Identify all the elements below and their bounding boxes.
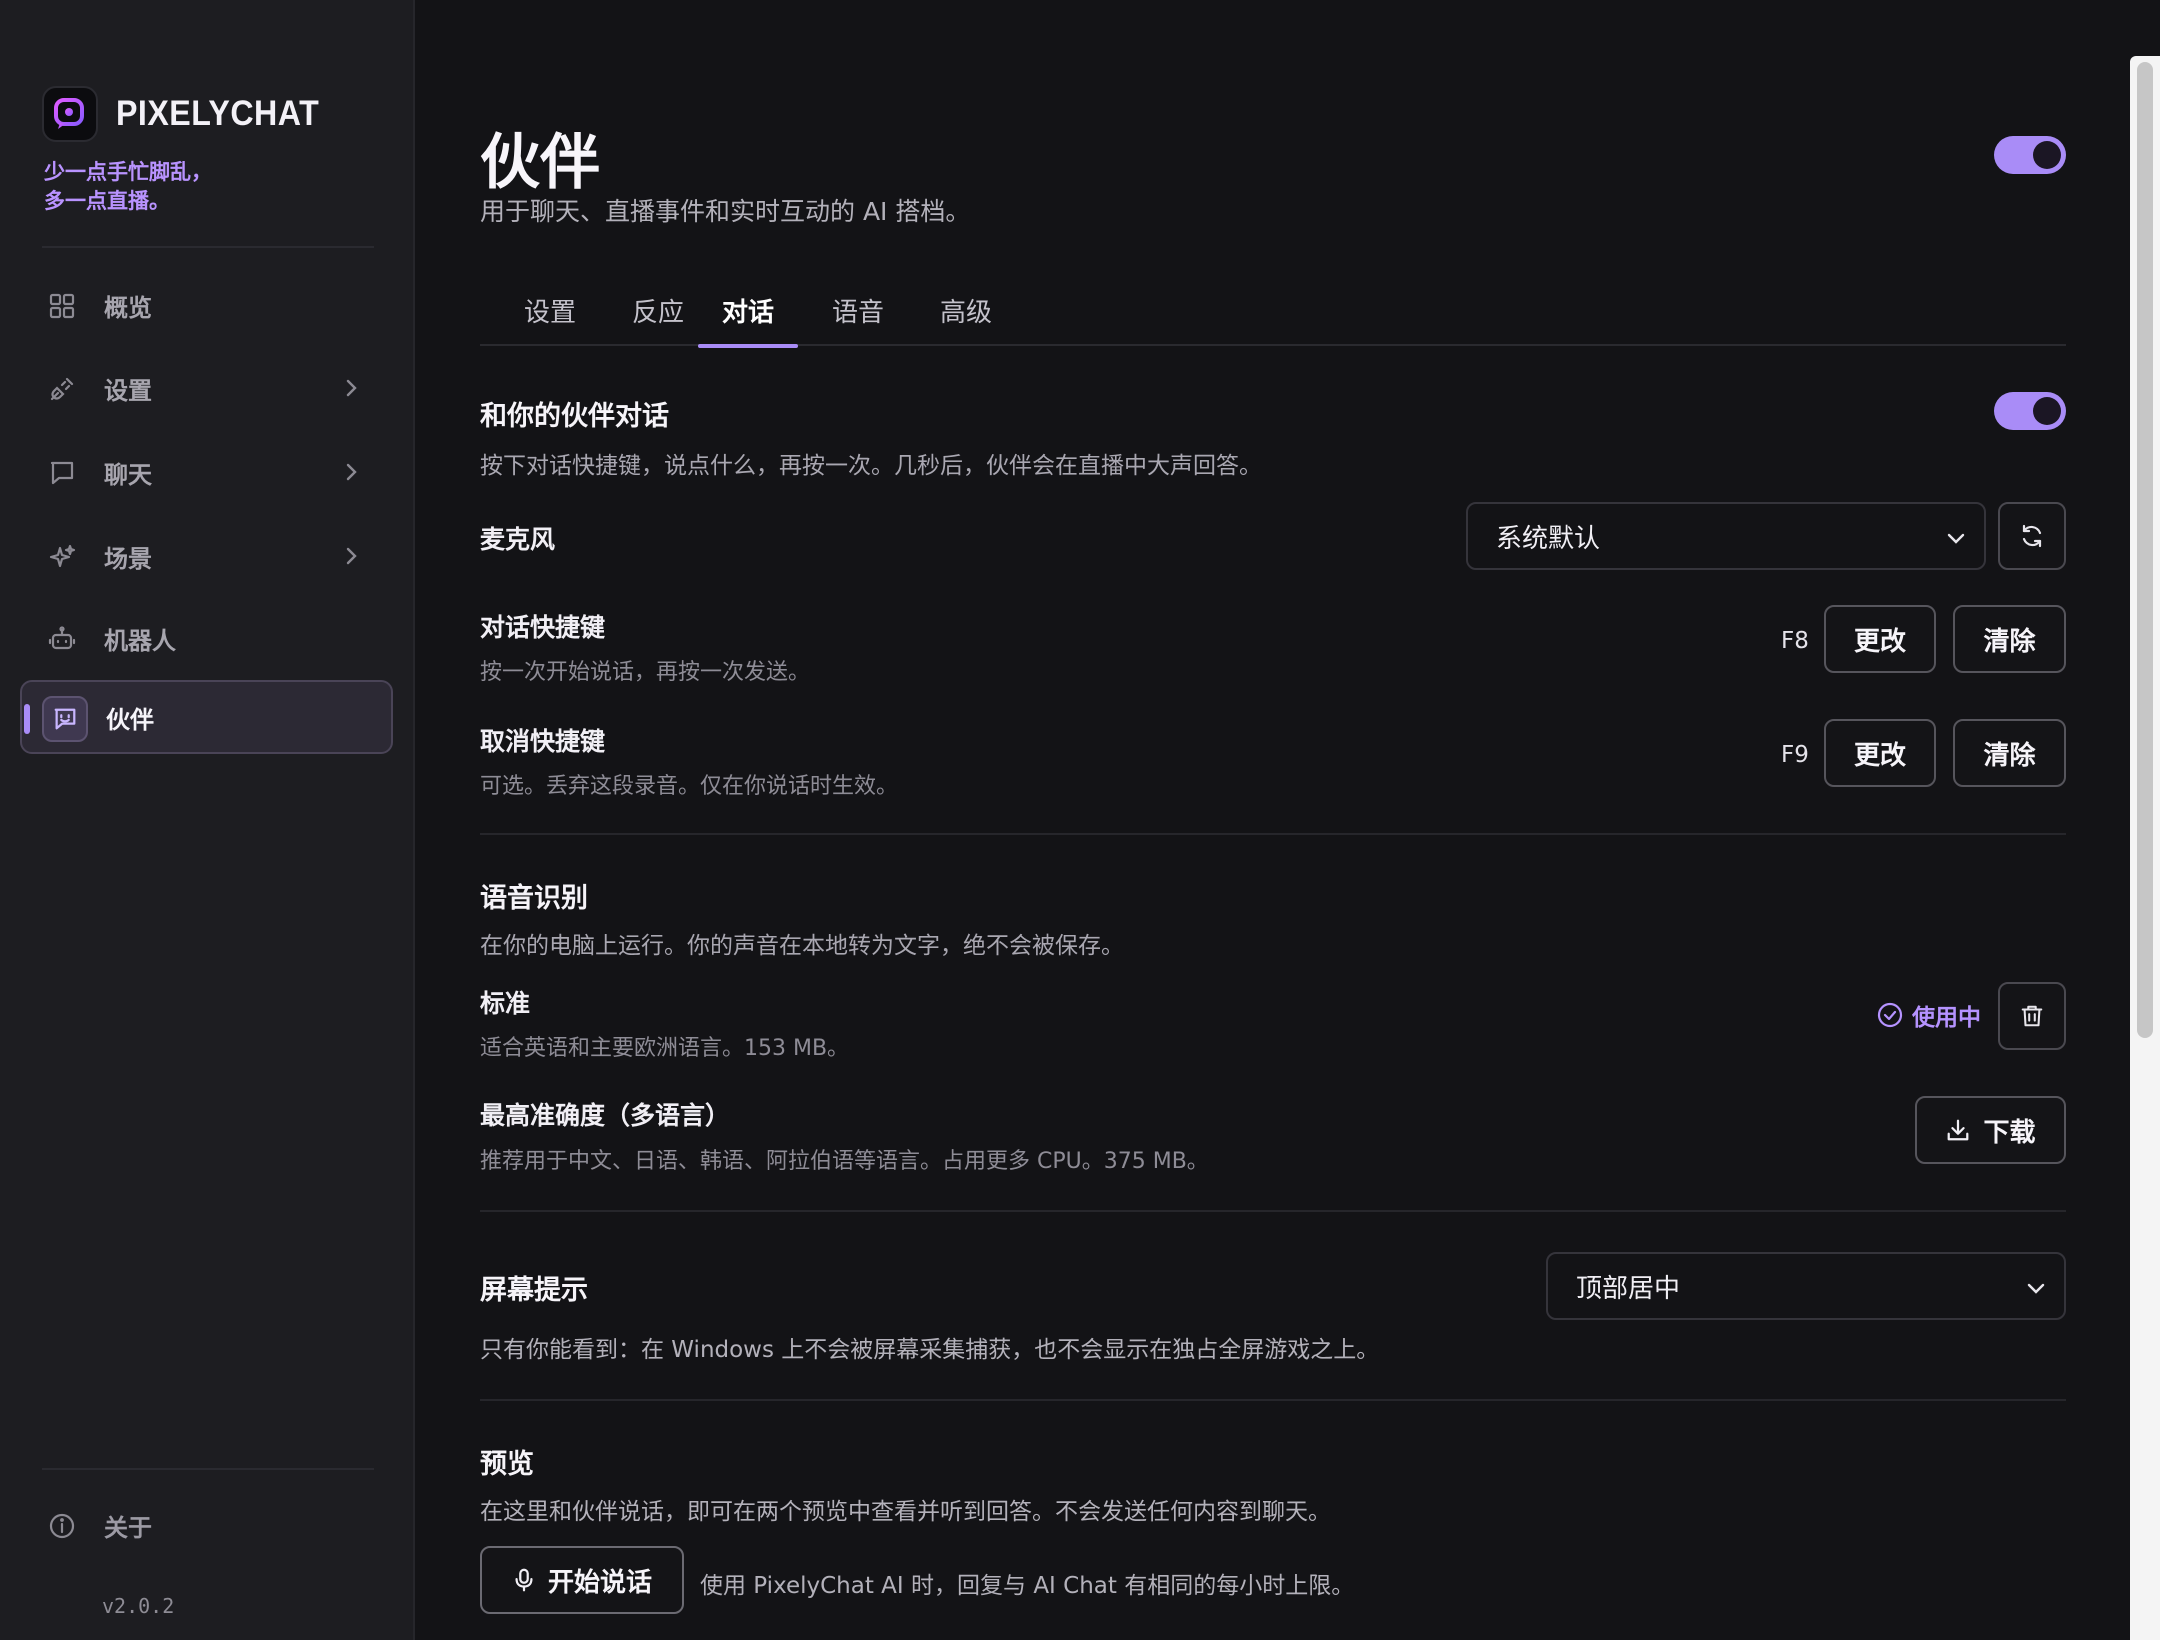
microphone-label: 麦克风 <box>480 525 556 554</box>
page-subtitle: 用于聊天、直播事件和实时互动的 AI 搭档。 <box>480 197 971 226</box>
section-divider <box>480 1210 2066 1212</box>
refresh-icon <box>2022 524 2042 548</box>
sidebar-item-about[interactable]: 关于 <box>48 1508 152 1543</box>
check-circle-icon <box>1877 1002 1903 1028</box>
sidebar-item-bot[interactable]: 机器人 <box>20 601 393 675</box>
companion-icon <box>42 696 88 742</box>
tab-advanced[interactable]: 高级 <box>916 288 1016 346</box>
start-talking-button[interactable]: 开始说话 <box>480 1546 684 1614</box>
sidebar-item-scenes[interactable]: 场景 <box>20 519 393 593</box>
toggle-knob <box>2033 141 2061 169</box>
preview-section-title: 预览 <box>480 1449 534 1480</box>
chevron-right-icon <box>346 463 357 481</box>
chevron-right-icon <box>346 379 357 397</box>
tab-voice[interactable]: 语音 <box>808 288 908 346</box>
model-best-title: 最高准确度（多语言） <box>480 1101 731 1130</box>
change-hotkey-button[interactable]: 更改 <box>1824 605 1936 673</box>
sidebar: PIXELYCHAT 少一点手忙脚乱， 多一点直播。 概览 设置 聊天 场景 机… <box>0 0 415 1640</box>
clear-hotkey-button[interactable]: 清除 <box>1953 605 2066 673</box>
in-use-badge: 使用中 <box>1876 998 1981 1032</box>
robot-icon <box>48 626 76 650</box>
microphone-select-value: 系统默认 <box>1496 523 1601 554</box>
speech-section-title: 语音识别 <box>480 883 588 914</box>
hotkey-value: F8 <box>1781 628 1809 654</box>
overlay-section-desc: 只有你能看到：在 Windows 上不会被屏幕采集捕获，也不会显示在独占全屏游戏… <box>480 1337 1380 1363</box>
tab-reactions[interactable]: 反应 <box>608 288 708 346</box>
chevron-right-icon <box>346 547 357 565</box>
scrollbar-thumb[interactable] <box>2137 62 2153 1038</box>
cancel-hotkey-desc: 可选。丢弃这段录音。仅在你说话时生效。 <box>480 774 899 799</box>
chevron-down-icon <box>2027 1283 2045 1294</box>
sidebar-divider <box>42 1468 374 1470</box>
download-label: 下载 <box>1983 1117 2036 1148</box>
toggle-knob <box>2033 397 2061 425</box>
active-indicator <box>24 704 30 734</box>
sidebar-item-companion[interactable]: 伙伴 <box>20 680 393 754</box>
in-use-label: 使用中 <box>1912 1005 1981 1031</box>
tab-bar: 设置 反应 对话 语音 高级 <box>480 288 2066 348</box>
sidebar-item-label: 概览 <box>104 293 152 322</box>
tab-settings[interactable]: 设置 <box>500 288 600 346</box>
sidebar-divider <box>42 246 374 248</box>
sidebar-item-overview[interactable]: 概览 <box>20 268 393 342</box>
tagline: 少一点手忙脚乱， 多一点直播。 <box>44 158 212 216</box>
model-best-desc: 推荐用于中文、日语、韩语、阿拉伯语等语言。占用更多 CPU。375 MB。 <box>480 1149 1209 1174</box>
section-divider <box>480 833 2066 835</box>
chat-bubble-icon <box>50 461 74 485</box>
overlay-section-title: 屏幕提示 <box>480 1275 588 1306</box>
sidebar-item-label: 关于 <box>104 1514 152 1542</box>
companion-enable-toggle[interactable] <box>1994 136 2066 174</box>
main-content: 伙伴 用于聊天、直播事件和实时互动的 AI 搭档。 设置 反应 对话 语音 高级… <box>480 0 2066 1640</box>
sidebar-item-label: 场景 <box>104 544 152 573</box>
download-model-button[interactable]: 下载 <box>1915 1096 2066 1164</box>
cancel-hotkey-title: 取消快捷键 <box>480 727 606 756</box>
clear-cancel-hotkey-button[interactable]: 清除 <box>1953 719 2066 787</box>
trash-icon <box>2021 1005 2043 1027</box>
grid-icon <box>49 293 75 319</box>
app-name: PIXELYCHAT <box>116 94 320 133</box>
talk-enable-toggle[interactable] <box>1994 392 2066 430</box>
preview-note: 使用 PixelyChat AI 时，回复与 AI Chat 有相同的每小时上限… <box>700 1573 1355 1599</box>
sidebar-item-label: 机器人 <box>104 626 176 655</box>
sidebar-item-setup[interactable]: 设置 <box>20 351 393 425</box>
hotkey-desc: 按一次开始说话，再按一次发送。 <box>480 660 811 685</box>
plug-icon <box>50 377 74 401</box>
speech-section-desc: 在你的电脑上运行。你的声音在本地转为文字，绝不会被保存。 <box>480 933 1124 959</box>
tagline-line-2: 多一点直播。 <box>44 189 170 213</box>
download-icon <box>1948 1119 1969 1141</box>
preview-section-desc: 在这里和伙伴说话，即可在两个预览中查看并听到回答。不会发送任何内容到聊天。 <box>480 1499 1331 1525</box>
change-cancel-hotkey-button[interactable]: 更改 <box>1824 719 1936 787</box>
overlay-position-select[interactable]: 顶部居中 <box>1546 1252 2066 1320</box>
delete-model-button[interactable] <box>1998 982 2066 1050</box>
cancel-hotkey-value: F9 <box>1781 742 1809 768</box>
overlay-position-value: 顶部居中 <box>1576 1273 1681 1304</box>
sidebar-item-label: 聊天 <box>104 460 152 489</box>
page-title: 伙伴 <box>480 128 600 198</box>
microphone-select[interactable]: 系统默认 <box>1466 502 1986 570</box>
sidebar-item-chat[interactable]: 聊天 <box>20 435 393 509</box>
chevron-down-icon <box>1947 533 1965 544</box>
talk-section-desc: 按下对话快捷键，说点什么，再按一次。几秒后，伙伴会在直播中大声回答。 <box>480 453 1262 479</box>
refresh-devices-button[interactable] <box>1998 502 2066 570</box>
sparkle-icon <box>49 544 76 568</box>
model-standard-desc: 适合英语和主要欧洲语言。153 MB。 <box>480 1036 850 1061</box>
logo-icon <box>42 86 98 142</box>
microphone-icon <box>515 1568 533 1592</box>
info-icon <box>49 1513 75 1538</box>
talk-section-title: 和你的伙伴对话 <box>480 401 669 432</box>
tagline-line-1: 少一点手忙脚乱， <box>44 160 212 184</box>
sidebar-item-label: 伙伴 <box>106 705 154 734</box>
hotkey-title: 对话快捷键 <box>480 613 606 642</box>
section-divider <box>480 1399 2066 1401</box>
brand[interactable]: PIXELYCHAT <box>42 86 337 142</box>
tab-conversation[interactable]: 对话 <box>698 288 798 348</box>
model-standard-title: 标准 <box>480 989 531 1018</box>
sidebar-item-label: 设置 <box>104 376 152 405</box>
start-talking-label: 开始说话 <box>547 1567 652 1598</box>
app-version: v2.0.2 <box>102 1594 175 1618</box>
